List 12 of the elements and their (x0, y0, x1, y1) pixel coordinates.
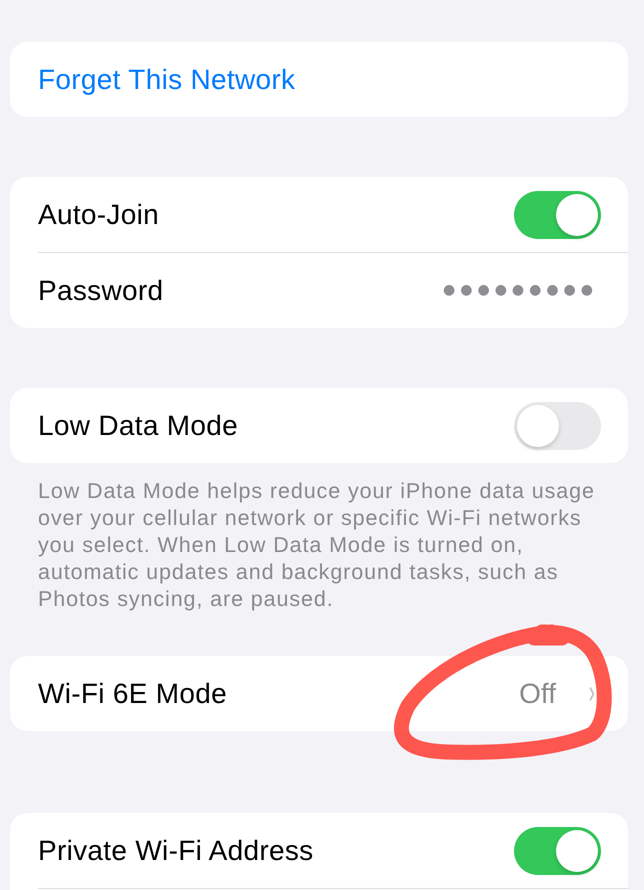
setting-label: Low Data Mode (38, 408, 238, 442)
section-footer-text: Low Data Mode helps reduce your iPhone data usage over your cellular network or specific Wi-Fi networks you select. When Low Data Mode is turned on, automatic updates and background tasks, such as Photos syncing, are paused. (37, 478, 596, 613)
setting-value: Off (519, 676, 556, 710)
toggle-switch[interactable] (514, 826, 601, 874)
action-button[interactable]: Forget This Network (38, 62, 296, 98)
setting-label: Private Wi-Fi Address (38, 834, 314, 868)
setting-label: Wi-Fi 6E Mode (38, 676, 228, 710)
password-value: ●●●●●●●●● (443, 281, 598, 300)
setting-label: Password (38, 274, 164, 308)
toggle-switch[interactable] (514, 402, 601, 450)
toggle-switch[interactable] (514, 190, 601, 238)
setting-label: Auto-Join (38, 198, 159, 232)
